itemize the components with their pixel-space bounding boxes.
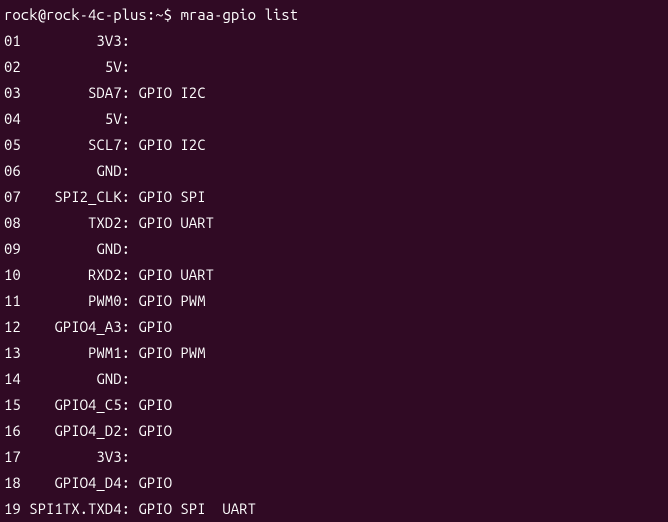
prompt-user-host: rock@rock-4c-plus [4,6,147,23]
output-row: 04 5V: [4,106,664,132]
output-row: 07 SPI2_CLK: GPIO SPI [4,184,664,210]
output-row: 08 TXD2: GPIO UART [4,210,664,236]
prompt-dollar: $ [164,6,172,23]
prompt-command[interactable]: mraa-gpio list [180,6,298,23]
prompt-path: ~ [155,6,163,23]
output-row: 13 PWM1: GPIO PWM [4,340,664,366]
output-row: 03 SDA7: GPIO I2C [4,80,664,106]
output-row: 06 GND: [4,158,664,184]
output-row: 14 GND: [4,366,664,392]
output-row: 19 SPI1TX.TXD4: GPIO SPI UART [4,496,664,522]
command-output: 01 3V3:02 5V:03 SDA7: GPIO I2C04 5V:05 S… [4,28,664,522]
prompt-line: rock@rock-4c-plus:~$ mraa-gpio list [4,2,664,28]
output-row: 01 3V3: [4,28,664,54]
output-row: 12 GPIO4_A3: GPIO [4,314,664,340]
output-row: 17 3V3: [4,444,664,470]
output-row: 15 GPIO4_C5: GPIO [4,392,664,418]
output-row: 11 PWM0: GPIO PWM [4,288,664,314]
prompt-sep: : [147,6,155,23]
output-row: 10 RXD2: GPIO UART [4,262,664,288]
output-row: 05 SCL7: GPIO I2C [4,132,664,158]
output-row: 09 GND: [4,236,664,262]
output-row: 16 GPIO4_D2: GPIO [4,418,664,444]
output-row: 18 GPIO4_D4: GPIO [4,470,664,496]
output-row: 02 5V: [4,54,664,80]
